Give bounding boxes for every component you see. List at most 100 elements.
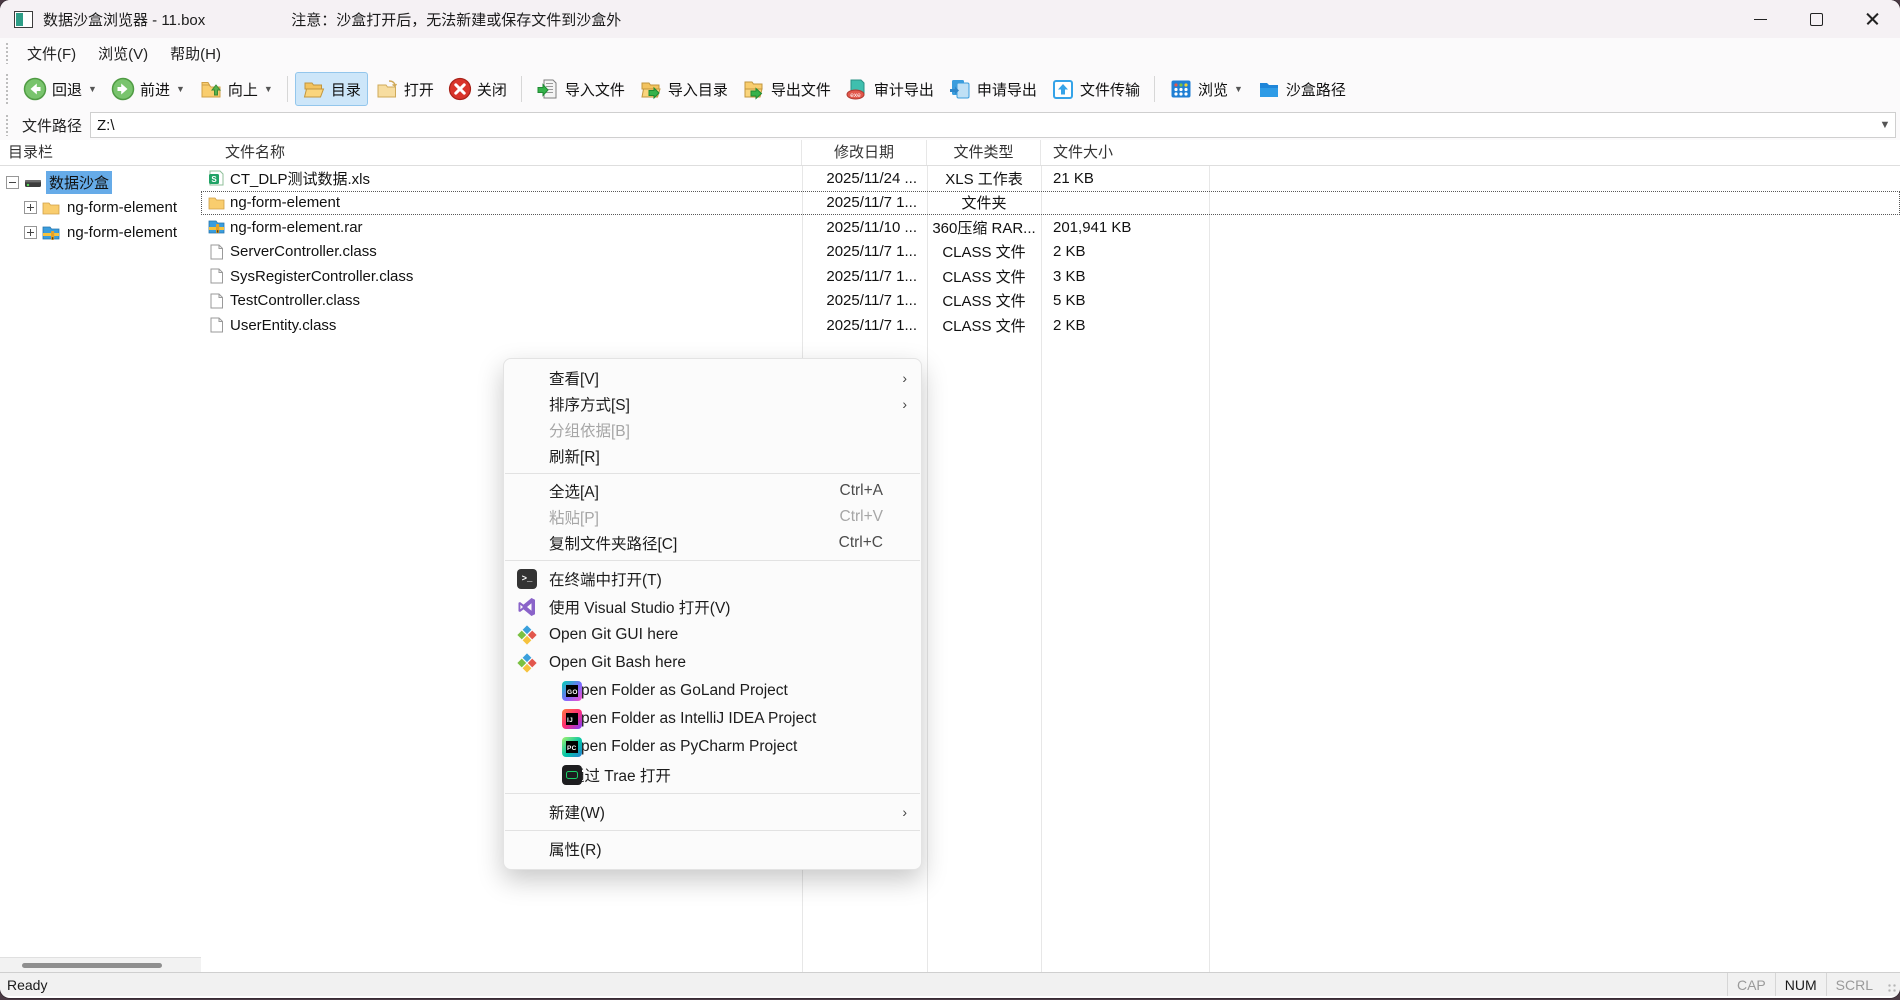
resize-grip[interactable] — [1882, 973, 1900, 996]
minimize-icon — [1754, 19, 1767, 20]
up-icon — [199, 77, 223, 101]
audit-export-icon: exe — [845, 77, 869, 101]
menu-item-open-goland[interactable]: GO Open Folder as GoLand Project — [504, 677, 921, 705]
window-controls — [1732, 0, 1900, 38]
toolbar-gripper — [5, 43, 10, 64]
minimize-button[interactable] — [1732, 0, 1788, 38]
export-file-label: 导出文件 — [771, 79, 831, 100]
menu-item-open-trae[interactable]: 通过 Trae 打开 — [504, 761, 921, 789]
open-button[interactable]: 打开 — [368, 72, 441, 106]
tree-item-ng-form-element-archive[interactable]: ng-form-element — [0, 220, 201, 245]
menu-item-open-intellij[interactable]: IJ Open Folder as IntelliJ IDEA Project — [504, 705, 921, 733]
table-row[interactable]: TestController.class 2025/11/7 1... CLAS… — [201, 289, 1900, 314]
close-button[interactable] — [1844, 0, 1900, 38]
file-size: 2 KB — [1041, 243, 1209, 260]
app-window: 数据沙盒浏览器 - 11.box 注意：沙盒打开后，无法新建或保存文件到沙盒外 … — [0, 0, 1900, 998]
svg-text:S: S — [211, 175, 217, 184]
file-name: ServerController.class — [230, 243, 377, 260]
menu-item-select-all[interactable]: 全选[A] Ctrl+A — [504, 478, 921, 504]
menu-item-sort-by[interactable]: 排序方式[S] › — [504, 391, 921, 417]
menu-item-properties[interactable]: 属性(R) — [504, 835, 921, 863]
open-icon — [375, 77, 399, 101]
menu-item-open-pycharm[interactable]: PC Open Folder as PyCharm Project — [504, 733, 921, 761]
menu-help[interactable]: 帮助(H) — [159, 40, 232, 67]
tree-item-label[interactable]: 数据沙盒 — [46, 171, 112, 194]
table-row[interactable]: SysRegisterController.class 2025/11/7 1.… — [201, 264, 1900, 289]
menu-item-view[interactable]: 查看[V] › — [504, 365, 921, 391]
audit-export-button[interactable]: exe 审计导出 — [838, 72, 941, 106]
import-file-label: 导入文件 — [565, 79, 625, 100]
tree-item-label[interactable]: ng-form-element — [64, 198, 180, 217]
apply-export-button[interactable]: 申请导出 — [941, 72, 1044, 106]
menu-item-paste: 粘贴[P] Ctrl+V — [504, 504, 921, 530]
sandbox-path-button[interactable]: 沙盒路径 — [1250, 72, 1353, 106]
back-button[interactable]: 回退 ▼ — [16, 72, 104, 106]
rar-archive-icon — [208, 219, 225, 235]
expand-icon[interactable] — [24, 201, 37, 214]
file-type: 360压缩 RAR... — [927, 217, 1041, 238]
file-date: 2025/11/7 1... — [802, 292, 927, 309]
svg-text:exe: exe — [850, 92, 861, 99]
column-header-name[interactable]: 文件名称 — [201, 140, 802, 165]
maximize-button[interactable] — [1788, 0, 1844, 38]
import-file-button[interactable]: 导入文件 — [529, 72, 632, 106]
folder-icon — [208, 195, 225, 211]
menu-item-refresh[interactable]: 刷新[R] — [504, 443, 921, 469]
status-bar: Ready CAP NUM SCRL — [0, 972, 1900, 996]
chevron-down-icon[interactable]: ▼ — [176, 84, 185, 94]
open-label: 打开 — [404, 79, 434, 100]
expand-icon[interactable] — [24, 226, 37, 239]
menu-separator — [505, 560, 920, 561]
forward-icon — [111, 77, 135, 101]
sidebar-horizontal-scrollbar[interactable] — [0, 957, 201, 973]
up-button[interactable]: 向上 ▼ — [192, 72, 280, 106]
file-name: ng-form-element — [230, 194, 340, 211]
browse-grid-icon — [1169, 77, 1193, 101]
table-row[interactable]: ng-form-element.rar 2025/11/10 ... 360压缩… — [201, 215, 1900, 240]
menu-item-copy-folder-path[interactable]: 复制文件夹路径[C] Ctrl+C — [504, 530, 921, 556]
directory-label: 目录 — [331, 79, 361, 100]
column-header-size[interactable]: 文件大小 — [1041, 140, 1209, 165]
menu-view[interactable]: 浏览(V) — [87, 40, 159, 67]
table-row[interactable]: UserEntity.class 2025/11/7 1... CLASS 文件… — [201, 313, 1900, 338]
menu-item-open-visual-studio[interactable]: 使用 Visual Studio 打开(V) — [504, 593, 921, 621]
menu-item-new[interactable]: 新建(W) › — [504, 798, 921, 826]
tree-item-ng-form-element-folder[interactable]: ng-form-element — [0, 195, 201, 220]
file-transfer-button[interactable]: 文件传输 — [1044, 72, 1147, 106]
table-row[interactable]: ServerController.class 2025/11/7 1... CL… — [201, 240, 1900, 265]
menu-item-open-in-terminal[interactable]: >_ 在终端中打开(T) — [504, 565, 921, 593]
tree-item-sandbox-root[interactable]: 数据沙盒 — [0, 170, 201, 195]
file-name: SysRegisterController.class — [230, 268, 413, 285]
scrollbar-thumb[interactable] — [22, 963, 162, 968]
column-header-date[interactable]: 修改日期 — [802, 140, 927, 165]
close-sandbox-button[interactable]: 关闭 — [441, 72, 514, 106]
chevron-down-icon[interactable]: ▼ — [264, 84, 273, 94]
menu-file[interactable]: 文件(F) — [16, 40, 87, 67]
toolbar-separator — [521, 76, 522, 102]
file-list-area: 文件名称 修改日期 文件类型 文件大小 S CT_DLP测试数据.xls 202… — [201, 140, 1900, 973]
menu-separator — [505, 473, 920, 474]
tree-item-label[interactable]: ng-form-element — [64, 223, 180, 242]
directory-button[interactable]: 目录 — [295, 72, 368, 106]
chevron-down-icon[interactable]: ▼ — [88, 84, 97, 94]
import-file-icon — [536, 77, 560, 101]
export-file-button[interactable]: 导出文件 — [735, 72, 838, 106]
path-dropdown-icon[interactable]: ▼ — [1875, 119, 1895, 131]
file-date: 2025/11/7 1... — [802, 243, 927, 260]
menu-item-open-git-gui[interactable]: Open Git GUI here — [504, 621, 921, 649]
app-icon — [14, 11, 33, 28]
directory-icon — [302, 77, 326, 101]
table-row[interactable]: S CT_DLP测试数据.xls 2025/11/24 ... XLS 工作表 … — [201, 166, 1900, 191]
table-row-selected[interactable]: ng-form-element 2025/11/7 1... 文件夹 — [201, 191, 1900, 216]
directory-tree: 数据沙盒 ng-form-element ng-form-element — [0, 166, 201, 245]
column-header-type[interactable]: 文件类型 — [927, 140, 1041, 165]
browse-button[interactable]: 浏览 ▼ — [1162, 72, 1250, 106]
menu-item-open-git-bash[interactable]: Open Git Bash here — [504, 649, 921, 677]
file-size: 2 KB — [1041, 317, 1209, 334]
forward-button[interactable]: 前进 ▼ — [104, 72, 192, 106]
chevron-down-icon[interactable]: ▼ — [1234, 84, 1243, 94]
collapse-icon[interactable] — [6, 176, 19, 189]
audit-export-label: 审计导出 — [874, 79, 934, 100]
path-input[interactable] — [91, 117, 1875, 134]
import-dir-button[interactable]: 导入目录 — [632, 72, 735, 106]
